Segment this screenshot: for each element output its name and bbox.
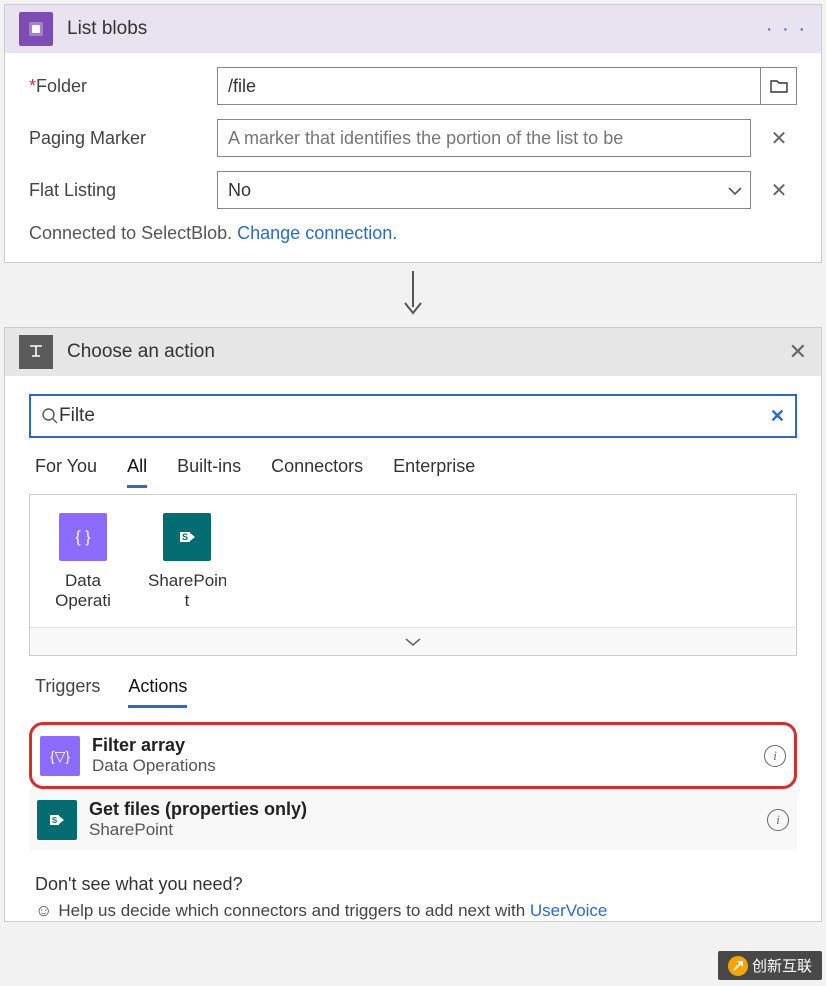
connector-data-operations[interactable]: { } Data Operati [44,513,122,619]
choose-action-title: Choose an action [67,341,789,363]
footer-question: Don't see what you need? [35,874,791,895]
flat-listing-row: Flat Listing No ✕ [29,171,797,209]
trigger-action-tabs: Triggers Actions [35,676,791,708]
flow-arrow-icon [0,263,826,323]
svg-text:S: S [182,532,188,542]
list-blobs-body: *Folder /file Paging Marker A marker tha… [5,53,821,262]
watermark: 创新互联 [718,951,822,980]
paging-marker-input[interactable]: A marker that identifies the portion of … [217,119,751,157]
connection-info: Connected to SelectBlob. Change connecti… [29,223,797,244]
flat-listing-select[interactable]: No [217,171,751,209]
chevron-down-icon [726,182,744,200]
folder-input[interactable]: /file [217,67,797,105]
action-icon [19,335,53,369]
actions-list: {▽} Filter array Data Operations i S Get… [29,722,797,850]
footer-help: Don't see what you need? ☺ Help us decid… [29,874,797,921]
change-connection-link[interactable]: Change connection. [237,223,397,243]
storage-icon [19,12,53,46]
choose-action-header: Choose an action ✕ [5,328,821,376]
tab-enterprise[interactable]: Enterprise [393,456,475,488]
tab-for-you[interactable]: For You [35,456,97,488]
svg-text:{ }: { } [75,529,91,546]
smile-icon: ☺ [35,901,52,921]
action-text: Get files (properties only) SharePoint [89,799,307,840]
list-blobs-card: List blobs · · · *Folder /file Paging Ma… [4,4,822,263]
info-icon[interactable]: i [767,809,789,831]
data-operations-icon: { } [59,513,107,561]
folder-picker-icon[interactable] [760,68,796,104]
footer-line: ☺ Help us decide which connectors and tr… [35,901,791,921]
tab-actions[interactable]: Actions [128,676,187,708]
action-text: Filter array Data Operations [92,735,216,776]
chevron-down-icon [403,636,423,648]
category-tabs: For You All Built-ins Connectors Enterpr… [35,456,791,488]
sharepoint-icon: S [37,800,77,840]
search-icon [41,407,59,425]
connector-label: Data Operati [44,571,122,611]
connector-grid: { } Data Operati S SharePoin t [30,495,796,627]
more-menu-icon[interactable]: · · · [766,18,807,41]
action-filter-array[interactable]: {▽} Filter array Data Operations i [29,722,797,789]
folder-row: *Folder /file [29,67,797,105]
expand-connectors-button[interactable] [30,627,796,655]
tab-connectors[interactable]: Connectors [271,456,363,488]
connector-sharepoint[interactable]: S SharePoin t [148,513,226,619]
data-operations-icon: {▽} [40,736,80,776]
list-blobs-header[interactable]: List blobs · · · [5,5,821,53]
svg-text:{▽}: {▽} [50,748,70,764]
search-box[interactable]: ✕ [29,394,797,438]
choose-action-card: Choose an action ✕ ✕ For You All Built-i… [4,327,822,922]
remove-flat-listing-icon[interactable]: ✕ [761,178,797,203]
watermark-logo-icon [728,956,748,976]
paging-marker-label: Paging Marker [29,128,217,149]
remove-paging-marker-icon[interactable]: ✕ [761,126,797,151]
connector-panel: { } Data Operati S SharePoin t [29,494,797,656]
tab-all[interactable]: All [127,456,147,488]
paging-marker-row: Paging Marker A marker that identifies t… [29,119,797,157]
tab-built-ins[interactable]: Built-ins [177,456,241,488]
uservoice-link[interactable]: UserVoice [530,901,607,920]
close-icon[interactable]: ✕ [789,339,807,365]
sharepoint-icon: S [163,513,211,561]
flat-listing-label: Flat Listing [29,180,217,201]
svg-text:S: S [52,816,58,825]
action-get-files[interactable]: S Get files (properties only) SharePoint… [29,789,797,850]
watermark-text: 创新互联 [752,955,812,976]
search-input[interactable] [59,405,770,427]
choose-action-body: ✕ For You All Built-ins Connectors Enter… [5,376,821,921]
info-icon[interactable]: i [764,745,786,767]
connector-label: SharePoin t [148,571,226,611]
folder-label: *Folder [29,76,217,97]
clear-search-icon[interactable]: ✕ [770,406,785,427]
tab-triggers[interactable]: Triggers [35,676,100,708]
card-title: List blobs [67,18,766,40]
